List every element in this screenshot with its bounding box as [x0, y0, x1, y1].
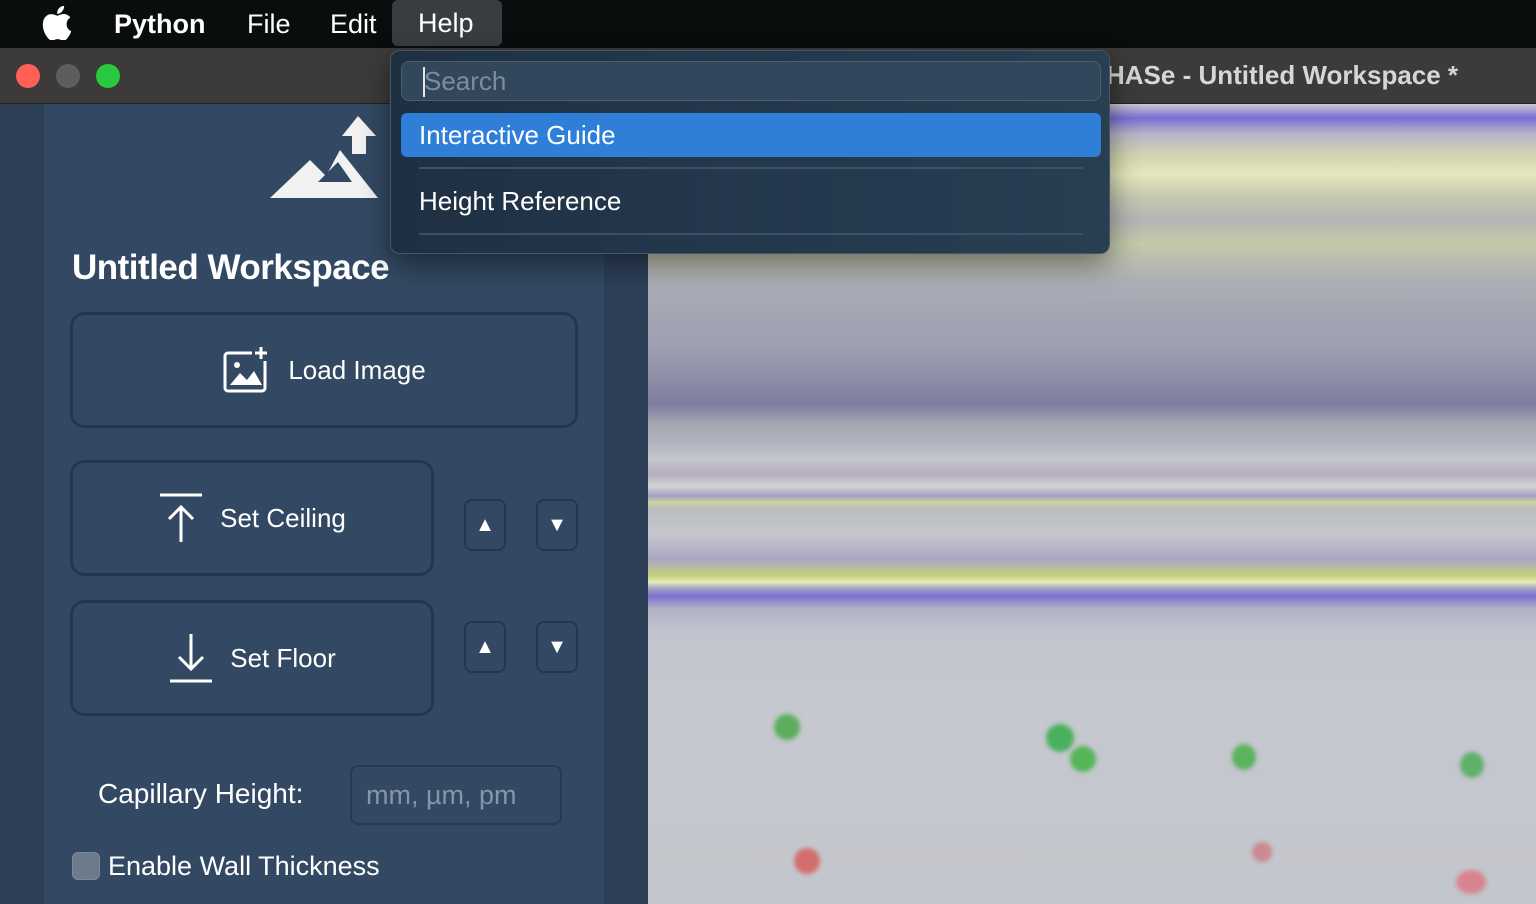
capillary-height-input[interactable]	[350, 765, 562, 825]
up-arrow-icon: ▲	[475, 635, 495, 658]
help-menu-dropdown: Interactive Guide Height Reference	[390, 50, 1110, 254]
green-particle	[774, 714, 800, 740]
menu-file[interactable]: File	[225, 0, 313, 48]
set-floor-button[interactable]: Set Floor	[70, 600, 434, 716]
maximize-window-button[interactable]	[96, 64, 120, 88]
menu-separator	[419, 167, 1083, 169]
menu-separator	[419, 233, 1083, 235]
floor-down-button[interactable]: ▼	[536, 621, 578, 673]
wall-thickness-label[interactable]: Enable Wall Thickness	[108, 851, 380, 882]
green-particle	[1460, 752, 1484, 778]
minimize-window-button[interactable]	[56, 64, 80, 88]
arrow-down-to-line-icon	[170, 634, 213, 683]
menu-help[interactable]: Help	[392, 0, 502, 46]
set-ceiling-label: Set Ceiling	[220, 502, 346, 533]
set-floor-label: Set Floor	[230, 642, 336, 673]
green-particle	[1232, 744, 1256, 770]
green-particle	[1046, 724, 1074, 752]
red-particle	[1456, 870, 1486, 894]
menu-item-height-reference[interactable]: Height Reference	[401, 179, 1101, 223]
load-image-button[interactable]: Load Image	[70, 312, 578, 428]
help-search-input[interactable]	[401, 61, 1101, 101]
mountain-height-logo-icon	[270, 116, 378, 198]
menu-edit[interactable]: Edit	[308, 0, 399, 48]
add-image-icon	[223, 345, 271, 393]
text-cursor	[423, 67, 425, 97]
window-title: HASe - Untitled Workspace *	[1106, 60, 1459, 90]
red-particle	[1252, 842, 1272, 862]
menu-python[interactable]: Python	[92, 0, 228, 48]
capillary-height-label: Capillary Height:	[98, 778, 304, 809]
set-ceiling-button[interactable]: Set Ceiling	[70, 460, 434, 576]
red-particle	[794, 848, 820, 874]
menu-bar: Python File Edit Help	[0, 0, 1536, 48]
menu-item-interactive-guide[interactable]: Interactive Guide	[401, 113, 1101, 157]
ceiling-up-button[interactable]: ▲	[464, 499, 506, 551]
apple-logo-icon[interactable]	[42, 6, 72, 40]
up-arrow-icon: ▲	[475, 513, 495, 536]
load-image-label: Load Image	[288, 354, 426, 385]
green-particle	[1070, 746, 1096, 772]
close-window-button[interactable]	[16, 64, 40, 88]
arrow-up-to-line-icon	[160, 493, 203, 542]
floor-up-button[interactable]: ▲	[464, 621, 506, 673]
down-arrow-icon: ▼	[547, 635, 567, 658]
down-arrow-icon: ▼	[547, 513, 567, 536]
wall-thickness-checkbox[interactable]	[72, 852, 100, 880]
workspace-title: Untitled Workspace	[72, 248, 390, 287]
ceiling-down-button[interactable]: ▼	[536, 499, 578, 551]
